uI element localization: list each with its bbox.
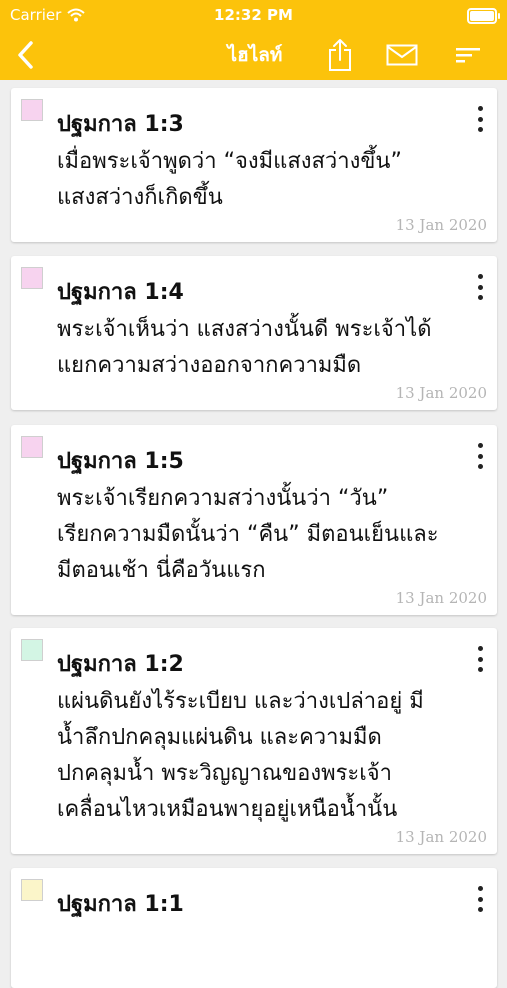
- status-time: 12:32 PM: [214, 6, 293, 24]
- verse-reference: ปฐมกาล 1:3: [57, 112, 184, 137]
- verse-text: พระเจ้าเรียกความสว่างนั้นว่า “วัน” เรียก…: [57, 481, 467, 589]
- color-swatch: [21, 267, 43, 289]
- sort-icon: [456, 48, 480, 63]
- status-bar: Carrier 12:32 PM: [0, 0, 507, 30]
- highlight-date: 13 Jan 2020: [395, 216, 487, 234]
- verse-reference: ปฐมกาล 1:4: [57, 280, 184, 305]
- highlight-card[interactable]: ปฐมกาล 1:3 เมื่อพระเจ้าพูดว่า “จงมีแสงสว…: [11, 88, 497, 242]
- share-button[interactable]: [322, 36, 358, 74]
- highlight-date: 13 Jan 2020: [395, 384, 487, 402]
- mail-icon: [386, 44, 418, 66]
- top-bar: Carrier 12:32 PM ไฮไลท์: [0, 0, 507, 80]
- verse-line: เรียกความมืดนั้นว่า “คืน” มีตอนเย็นและ: [57, 522, 439, 547]
- battery-icon: [467, 8, 500, 24]
- verse-line: พระเจ้าเรียกความสว่างนั้นว่า “วัน”: [57, 486, 389, 511]
- verse-reference: ปฐมกาล 1:1: [57, 892, 184, 917]
- mail-button[interactable]: [384, 36, 420, 74]
- verse-line: ปกคลุมน้ำ พระวิญญาณของพระเจ้า: [57, 761, 393, 786]
- highlight-card[interactable]: ปฐมกาล 1:2 แผ่นดินยังไร้ระเบียบ และว่างเ…: [11, 628, 497, 854]
- highlight-card[interactable]: ปฐมกาล 1:4 พระเจ้าเห็นว่า แสงสว่างนั้นดี…: [11, 256, 497, 410]
- more-options-button[interactable]: [475, 443, 485, 469]
- color-swatch: [21, 639, 43, 661]
- verse-line: เมื่อพระเจ้าพูดว่า “จงมีแสงสว่างขึ้น”: [57, 149, 402, 174]
- back-button[interactable]: [10, 36, 40, 74]
- more-options-button[interactable]: [475, 106, 485, 132]
- chevron-left-icon: [18, 41, 33, 69]
- share-icon: [329, 39, 351, 71]
- verse-reference: ปฐมกาล 1:2: [57, 652, 184, 677]
- verse-line: แผ่นดินยังไร้ระเบียบ และว่างเปล่าอยู่ มี: [57, 689, 424, 714]
- verse-line: แยกความสว่างออกจากความมืด: [57, 353, 362, 378]
- verse-text: พระเจ้าเห็นว่า แสงสว่างนั้นดี พระเจ้าได้…: [57, 312, 467, 384]
- verse-line: มีตอนเช้า นี่คือวันแรก: [57, 558, 266, 583]
- more-options-button[interactable]: [475, 886, 485, 912]
- highlight-date: 13 Jan 2020: [395, 589, 487, 607]
- color-swatch: [21, 99, 43, 121]
- sort-button[interactable]: [450, 36, 486, 74]
- navigation-bar: ไฮไลท์: [0, 30, 507, 80]
- verse-text: แผ่นดินยังไร้ระเบียบ และว่างเปล่าอยู่ มี…: [57, 684, 467, 828]
- more-options-button[interactable]: [475, 274, 485, 300]
- highlight-date: 13 Jan 2020: [395, 828, 487, 846]
- verse-line: น้ำลึกปกคลุมแผ่นดิน และความมืด: [57, 725, 382, 750]
- verse-line: เคลื่อนไหวเหมือนพายุอยู่เหนือน้ำนั้น: [57, 797, 398, 822]
- color-swatch: [21, 879, 43, 901]
- page-title: ไฮไลท์: [227, 44, 283, 66]
- highlight-card[interactable]: ปฐมกาล 1:1: [11, 868, 497, 988]
- more-options-button[interactable]: [475, 646, 485, 672]
- color-swatch: [21, 436, 43, 458]
- verse-text: เมื่อพระเจ้าพูดว่า “จงมีแสงสว่างขึ้น” แส…: [57, 144, 467, 216]
- verse-line: พระเจ้าเห็นว่า แสงสว่างนั้นดี พระเจ้าได้: [57, 317, 432, 342]
- verse-reference: ปฐมกาล 1:5: [57, 449, 184, 474]
- verse-line: แสงสว่างก็เกิดขึ้น: [57, 185, 223, 210]
- highlight-card[interactable]: ปฐมกาล 1:5 พระเจ้าเรียกความสว่างนั้นว่า …: [11, 425, 497, 615]
